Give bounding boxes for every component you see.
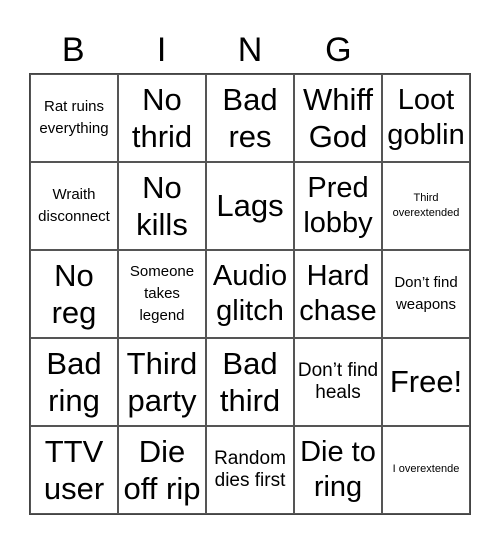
title-letter-b: B [61, 31, 85, 69]
bingo-cell[interactable]: Whiff God [294, 74, 382, 162]
bingo-cell[interactable]: Loot goblin [382, 74, 470, 162]
bingo-cell[interactable]: Pred lobby [294, 162, 382, 250]
bingo-cell[interactable]: Die off rip [118, 426, 206, 514]
bingo-cell-text: Hard chase [299, 260, 377, 327]
bingo-cell[interactable]: No thrid [118, 74, 206, 162]
bingo-cell[interactable]: No kills [118, 162, 206, 250]
bingo-cell[interactable]: Bad third [206, 338, 294, 426]
bingo-cell[interactable]: Don’t find heals [294, 338, 382, 426]
bingo-cell-text: Loot goblin [387, 84, 465, 151]
title-letter-i: I [156, 31, 167, 69]
bingo-cell-text: Lags [216, 188, 284, 224]
bingo-cell-text: Someone takes legend [129, 263, 195, 324]
bingo-title: B I N G [29, 28, 471, 72]
bingo-cell-text: No kills [136, 169, 188, 242]
bingo-cell[interactable]: TTV user [30, 426, 118, 514]
bingo-cell-text: Rat ruins everything [39, 98, 109, 137]
bingo-cell[interactable]: Random dies first [206, 426, 294, 514]
bingo-cell[interactable]: Bad res [206, 74, 294, 162]
bingo-cell-text: Don’t find weapons [394, 274, 458, 313]
bingo-cell-text: I overextende [392, 463, 460, 476]
bingo-cell-text: Pred lobby [303, 172, 373, 239]
bingo-cell[interactable]: Lags [206, 162, 294, 250]
title-letter-g: G [325, 31, 352, 69]
bingo-cell-text: Third overextended [392, 191, 460, 219]
bingo-cell-text: Die to ring [300, 436, 376, 503]
bingo-cell[interactable]: Third overextended [382, 162, 470, 250]
bingo-cell[interactable]: I overextende [382, 426, 470, 514]
bingo-board: Rat ruins everything No thrid Bad res Whiff… [29, 73, 471, 515]
bingo-cell-text: Wraith disconnect [38, 186, 110, 225]
bingo-cell[interactable]: Third party [118, 338, 206, 426]
bingo-cell[interactable]: Die to ring [294, 426, 382, 514]
bingo-cell[interactable]: Free! [382, 338, 470, 426]
bingo-cell-text: No reg [51, 257, 97, 330]
bingo-cell-text: Bad third [219, 345, 281, 418]
bingo-cell-text: TTV user [43, 433, 105, 506]
bingo-cell[interactable]: Hard chase [294, 250, 382, 338]
bingo-cell-text: Random dies first [214, 448, 286, 491]
bingo-cell-text: Bad ring [46, 345, 102, 418]
bingo-cell-text: Third party [126, 345, 198, 418]
bingo-cell-text: Free! [389, 364, 463, 400]
bingo-cell-text: Die off rip [123, 433, 201, 506]
bingo-cell[interactable]: Wraith disconnect [30, 162, 118, 250]
bingo-cell[interactable]: Audio glitch [206, 250, 294, 338]
bingo-cell-text: No thrid [131, 81, 193, 154]
bingo-cell[interactable]: No reg [30, 250, 118, 338]
bingo-cell-text: Audio glitch [212, 260, 288, 327]
bingo-cell[interactable]: Rat ruins everything [30, 74, 118, 162]
bingo-cell-text: Whiff God [302, 81, 374, 154]
bingo-cell[interactable]: Someone takes legend [118, 250, 206, 338]
title-letter-o [383, 28, 471, 72]
bingo-cell-text: Bad res [222, 81, 278, 154]
bingo-cell[interactable]: Don’t find weapons [382, 250, 470, 338]
title-letter-n: N [237, 31, 263, 69]
bingo-cell-text: Don’t find heals [297, 360, 379, 403]
bingo-cell[interactable]: Bad ring [30, 338, 118, 426]
